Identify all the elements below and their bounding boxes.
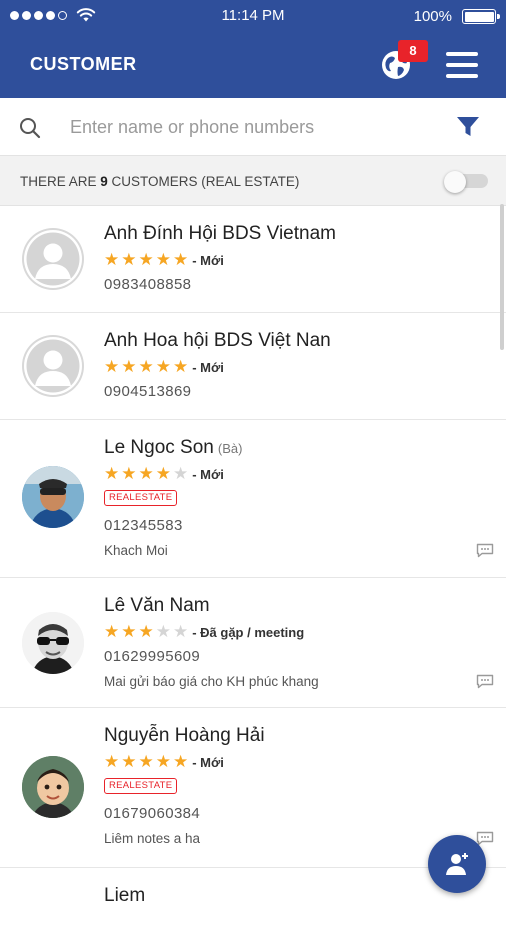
avatar-placeholder-icon <box>22 228 84 290</box>
rating-stars: ★★★★★ - Mới <box>104 250 224 269</box>
battery-icon <box>462 9 500 24</box>
realestate-tag: REALESTATE <box>104 778 178 794</box>
customer-count: 9 <box>100 174 108 189</box>
customer-title: (Bà) <box>217 441 243 456</box>
avatar-placeholder-icon <box>22 335 84 397</box>
add-customer-button[interactable] <box>428 835 486 893</box>
app-header: CUSTOMER 8 <box>0 32 506 98</box>
customer-row[interactable]: Anh Hoa hội BDS Việt Nan ★★★★★ - Mới 0904… <box>0 313 506 420</box>
customer-name: Nguyễn Hoàng Hải <box>104 725 265 746</box>
customer-row[interactable]: Le Ngoc Son (Bà) ★★★★★ - Mới REALESTATE 01… <box>0 420 506 578</box>
customer-phone: 012345583 <box>104 517 183 534</box>
customer-note: Khach Moi <box>104 543 168 558</box>
rating-stars: ★★★★★ - Mới <box>104 464 224 483</box>
rating-stars: ★★★★★ - Mới <box>104 357 224 376</box>
customer-status: - Đã gặp / meeting <box>192 625 305 640</box>
customer-status: - Mới <box>192 755 224 770</box>
status-bar: 11:14 PM 100% <box>0 0 506 32</box>
customer-name: Le Ngoc Son (Bà) <box>104 437 243 458</box>
avatar-photo <box>22 756 84 818</box>
page-title: CUSTOMER <box>30 54 137 74</box>
rating-stars: ★★★★★ - Mới <box>104 752 224 771</box>
customer-row[interactable]: Lê Văn Nam ★★★★★ - Đã gặp / meeting 01629… <box>0 578 506 708</box>
customer-phone: 0983408858 <box>104 276 192 293</box>
customer-note: Liêm notes a ha <box>104 831 201 846</box>
customer-name: Lê Văn Nam <box>104 595 210 616</box>
customer-status: - Mới <box>192 360 224 375</box>
filter-icon[interactable] <box>456 116 480 138</box>
real-estate-toggle[interactable] <box>444 171 488 193</box>
customer-status: - Mới <box>192 253 224 268</box>
chat-icon[interactable] <box>476 543 494 558</box>
avatar-photo <box>22 612 84 674</box>
customer-status: - Mới <box>192 467 224 482</box>
customer-list: Anh Đính Hội BDS Vietnam ★★★★★ - Mới 0983… <box>0 206 506 928</box>
search-bar <box>0 98 506 156</box>
search-input[interactable] <box>70 112 400 142</box>
customer-row[interactable]: Nguyễn Hoàng Hải ★★★★★ - Mới REALESTATE 0… <box>0 708 506 868</box>
customer-phone: 01629995609 <box>104 648 201 665</box>
avatar-photo <box>22 466 84 528</box>
customer-note: Mai gửi báo giá cho KH phúc khang <box>104 674 319 689</box>
customer-phone: 01679060384 <box>104 805 201 822</box>
customer-name: Anh Đính Hội BDS Vietnam <box>104 223 336 244</box>
menu-icon[interactable] <box>446 52 478 78</box>
chat-icon[interactable] <box>476 674 494 689</box>
battery-percentage: 100% <box>413 8 452 25</box>
scrollbar[interactable] <box>500 204 504 350</box>
search-icon[interactable] <box>18 116 42 140</box>
customer-phone: 0904513869 <box>104 383 192 400</box>
realestate-tag: REALESTATE <box>104 490 178 506</box>
customer-name: Anh Hoa hội BDS Việt Nan <box>104 330 331 351</box>
customer-name: Liem <box>104 885 146 906</box>
add-user-icon <box>446 853 468 875</box>
customer-count-bar: THERE ARE 9 CUSTOMERS (REAL ESTATE) <box>0 156 506 206</box>
customer-row[interactable]: Anh Đính Hội BDS Vietnam ★★★★★ - Mới 0983… <box>0 206 506 313</box>
customer-count-text: THERE ARE 9 CUSTOMERS (REAL ESTATE) <box>20 174 300 189</box>
rating-stars: ★★★★★ - Đã gặp / meeting <box>104 622 305 641</box>
notification-badge: 8 <box>398 40 428 62</box>
